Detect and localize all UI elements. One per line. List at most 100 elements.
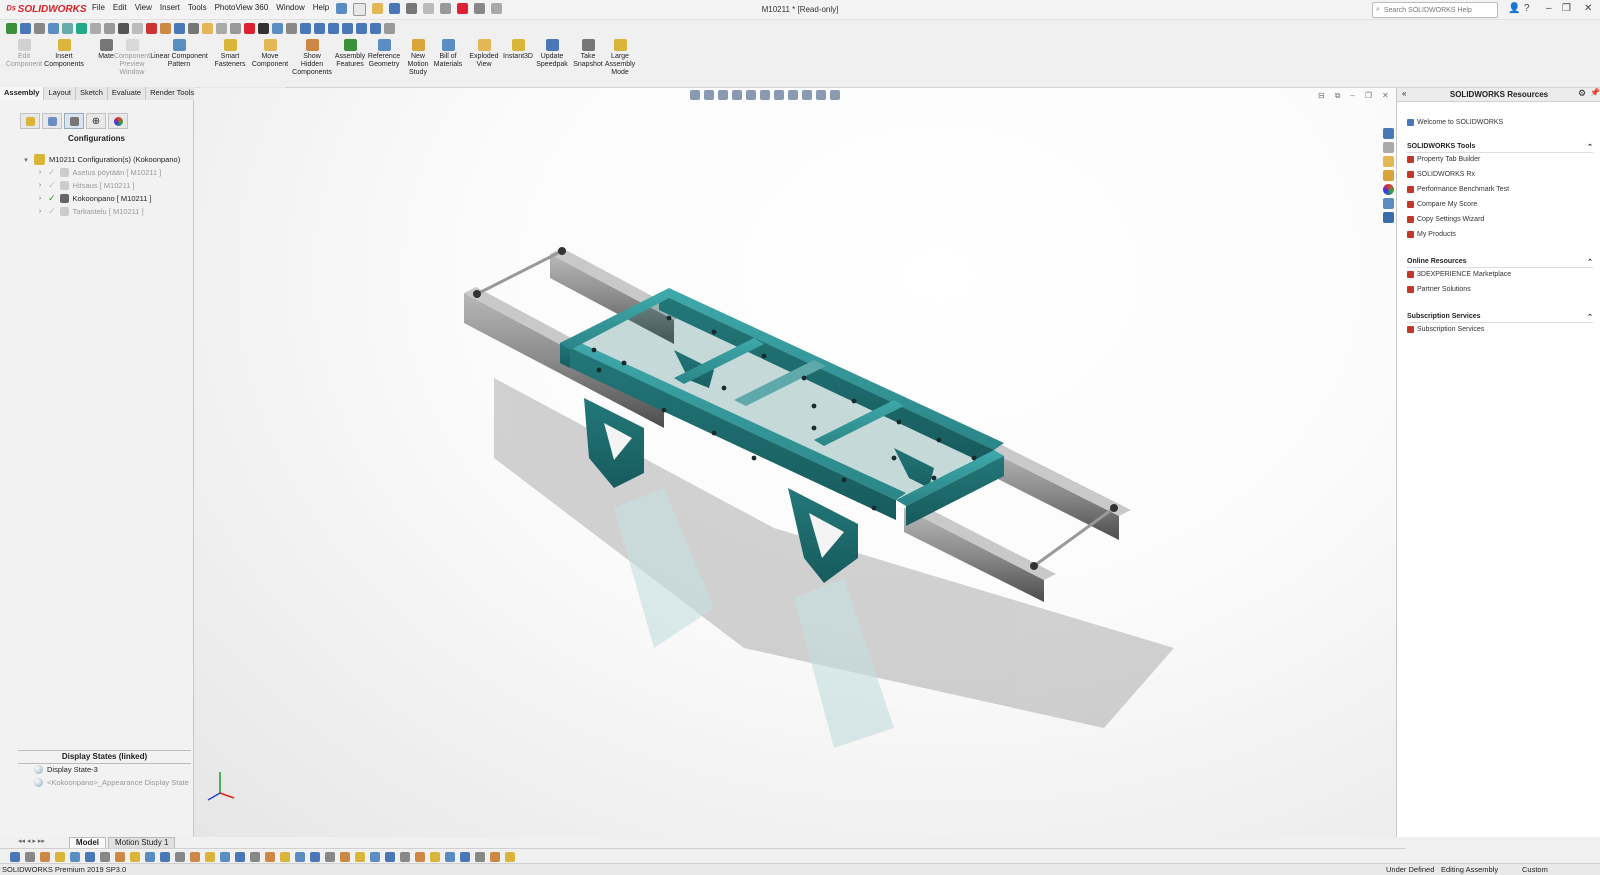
bottom-tool-28-icon[interactable]: [415, 851, 425, 862]
custom-properties-icon[interactable]: [1383, 198, 1394, 209]
toolbar-tool-7-icon[interactable]: [90, 22, 101, 34]
zoom-to-area-icon[interactable]: [704, 90, 714, 100]
toolbar-tool-6-icon[interactable]: [76, 22, 87, 34]
expand-icon[interactable]: ›: [36, 208, 44, 215]
menu-insert[interactable]: Insert: [160, 3, 180, 12]
bottom-tool-23-icon[interactable]: [340, 851, 350, 862]
section-solidworks-tools[interactable]: SOLIDWORKS Tools ⌃: [1407, 143, 1593, 153]
bottom-tool-16-icon[interactable]: [235, 851, 245, 862]
bottom-tool-15-icon[interactable]: [220, 851, 230, 862]
tab-assembly[interactable]: Assembly: [0, 87, 45, 100]
toolbar-tool-4-icon[interactable]: [48, 22, 59, 34]
bottom-tool-24-icon[interactable]: [355, 851, 365, 862]
rebuild-icon[interactable]: [457, 3, 468, 14]
update-speedpak-button[interactable]: Update Speedpak: [532, 39, 572, 69]
bottom-tool-20-icon[interactable]: [295, 851, 305, 862]
bottom-tool-2-icon[interactable]: [25, 851, 35, 862]
undo-icon[interactable]: [423, 3, 434, 14]
open-icon[interactable]: [372, 3, 383, 14]
toolbar-tool-13-icon[interactable]: [174, 22, 185, 34]
insert-components-button[interactable]: Insert Components: [44, 39, 84, 69]
bottom-tool-29-icon[interactable]: [430, 851, 440, 862]
toolbar-tool-12-icon[interactable]: [160, 22, 171, 34]
bottom-tool-13-icon[interactable]: [190, 851, 200, 862]
viewport-close-icon[interactable]: ✕: [1382, 91, 1389, 101]
config-root[interactable]: ▾ M10211 Configuration(s) (Kokoonpano): [22, 154, 180, 165]
view-settings-icon[interactable]: [830, 90, 840, 100]
menu-photoview-360[interactable]: PhotoView 360: [215, 3, 269, 12]
bottom-tool-17-icon[interactable]: [250, 851, 260, 862]
file-explorer-icon[interactable]: [1383, 156, 1394, 167]
collapse-icon[interactable]: ▾: [22, 156, 30, 164]
solidworks-logo[interactable]: ᴰˢ SOLIDWORKS: [6, 2, 87, 17]
bottom-tool-30-icon[interactable]: [445, 851, 455, 862]
bottom-tool-12-icon[interactable]: [175, 851, 185, 862]
forum-icon[interactable]: [1383, 212, 1394, 223]
bottom-tool-26-icon[interactable]: [385, 851, 395, 862]
appearances-icon[interactable]: [1383, 184, 1394, 195]
toolbar-tool-1-icon[interactable]: [6, 22, 17, 34]
feature-manager-tab[interactable]: [20, 113, 40, 129]
config-item[interactable]: › ✓ Hitsaus [ M10211 ]: [36, 180, 135, 191]
help-icon[interactable]: ?: [1524, 3, 1530, 14]
toolbar-tool-9-icon[interactable]: [118, 22, 129, 34]
bill-of-materials-button[interactable]: Bill of Materials: [428, 39, 468, 69]
bottom-tool-5-icon[interactable]: [70, 851, 80, 862]
configuration-manager-tab[interactable]: [64, 113, 84, 129]
close-icon[interactable]: ✕: [1584, 3, 1592, 14]
hide-show-icon[interactable]: [788, 90, 798, 100]
tab-nav-arrows[interactable]: ◂◂ ◂ ▸ ▸▸: [18, 837, 45, 848]
toolbar-tool-8-icon[interactable]: [104, 22, 115, 34]
bottom-tool-21-icon[interactable]: [310, 851, 320, 862]
bottom-tool-27-icon[interactable]: [400, 851, 410, 862]
bottom-tool-3-icon[interactable]: [40, 851, 50, 862]
welcome-link[interactable]: Welcome to SOLIDWORKS: [1407, 119, 1503, 126]
toolbar-tool-20-icon[interactable]: [272, 22, 283, 34]
bottom-tool-33-icon[interactable]: [490, 851, 500, 862]
toolbar-tool-10-icon[interactable]: [132, 22, 143, 34]
expand-icon[interactable]: ›: [36, 195, 44, 202]
config-item[interactable]: › ✓ Asetus pöytään [ M10211 ]: [36, 167, 161, 178]
link-subscription-services[interactable]: Subscription Services: [1407, 326, 1484, 333]
bottom-tool-14-icon[interactable]: [205, 851, 215, 862]
bottom-tool-7-icon[interactable]: [100, 851, 110, 862]
display-state-item[interactable]: <Kokoonpano>_Appearance Display State: [34, 778, 189, 787]
expand-icon[interactable]: ›: [36, 182, 44, 189]
toolbar-tool-3-icon[interactable]: [34, 22, 45, 34]
viewport-minimize-icon[interactable]: –: [1350, 91, 1354, 101]
select-icon[interactable]: [440, 3, 451, 14]
dimxpert-tab[interactable]: ⊕: [86, 113, 106, 129]
bottom-tool-19-icon[interactable]: [280, 851, 290, 862]
options-icon[interactable]: [491, 3, 502, 14]
bottom-tool-31-icon[interactable]: [460, 851, 470, 862]
menu-edit[interactable]: Edit: [113, 3, 127, 12]
view-palette-icon[interactable]: [1383, 170, 1394, 181]
pin-icon[interactable]: 📌: [1590, 88, 1600, 97]
link-3dexperience-marketplace[interactable]: 3DEXPERIENCE Marketplace: [1407, 271, 1511, 278]
menu-tools[interactable]: Tools: [188, 3, 207, 12]
toolbar-tool-26-icon[interactable]: [356, 22, 367, 34]
config-item[interactable]: › ✓ Tarkastelu [ M10211 ]: [36, 206, 144, 217]
smart-fasteners-button[interactable]: Smart Fasteners: [210, 39, 250, 69]
restore-icon[interactable]: ❐: [1562, 3, 1571, 14]
large-assembly-mode-button[interactable]: Large Assembly Mode: [600, 39, 640, 77]
tab-sketch[interactable]: Sketch: [75, 87, 108, 100]
apply-scene-icon[interactable]: [816, 90, 826, 100]
toolbar-tool-14-icon[interactable]: [188, 22, 199, 34]
link-my-products[interactable]: My Products: [1407, 231, 1456, 238]
link-solidworks-rx[interactable]: SOLIDWORKS Rx: [1407, 171, 1475, 178]
tab-layout[interactable]: Layout: [44, 87, 76, 100]
graphics-area[interactable]: [194, 88, 1397, 837]
display-state-item[interactable]: Display State-3: [34, 765, 98, 774]
bottom-tool-6-icon[interactable]: [85, 851, 95, 862]
edit-component-button[interactable]: Edit Component: [4, 39, 44, 69]
bottom-tool-22-icon[interactable]: [325, 851, 335, 862]
display-manager-tab[interactable]: [108, 113, 128, 129]
toolbar-tool-23-icon[interactable]: [314, 22, 325, 34]
menu-view[interactable]: View: [135, 3, 152, 12]
bottom-tool-32-icon[interactable]: [475, 851, 485, 862]
link-property-tab-builder[interactable]: Property Tab Builder: [1407, 156, 1480, 163]
toolbar-tool-27-icon[interactable]: [370, 22, 381, 34]
save-icon[interactable]: [389, 3, 400, 14]
tab-model[interactable]: Model: [68, 837, 107, 848]
